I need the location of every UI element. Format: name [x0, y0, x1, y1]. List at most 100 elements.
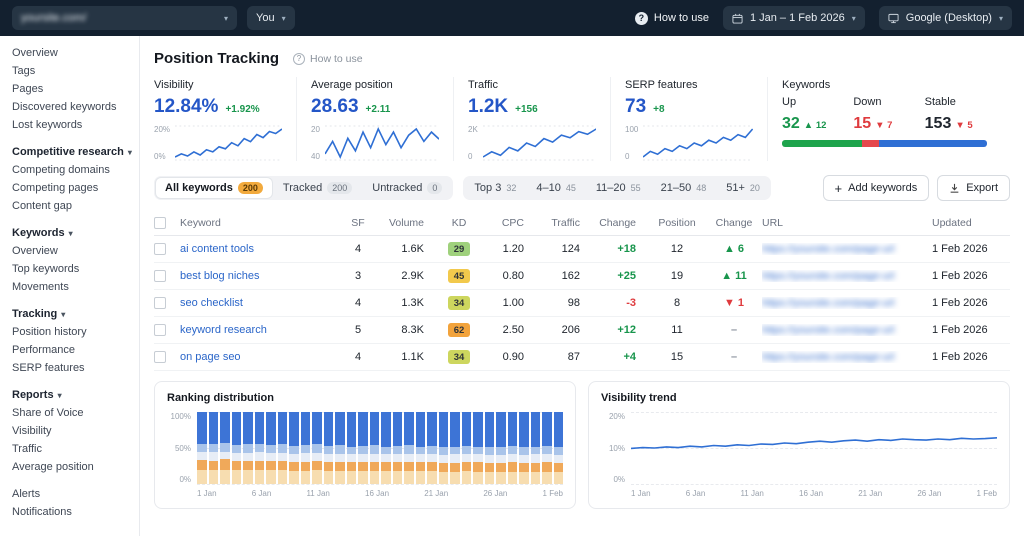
sidebar-item-alerts[interactable]: Alerts [0, 485, 139, 503]
sidebar-item-label: Overview [12, 47, 58, 59]
column-header-change-8[interactable]: Change [706, 217, 762, 229]
column-header-updated-10[interactable]: Updated [932, 217, 1010, 229]
tab-position-11-20[interactable]: 11–20 55 [587, 178, 650, 198]
cell-traffic: 124 [561, 243, 580, 255]
cell-cpc: 0.90 [502, 351, 524, 363]
metric-card-traffic[interactable]: Traffic 1.2K +156 2K 0 [454, 77, 611, 161]
cell-serp-features: 4 [354, 297, 362, 309]
cell-traffic-change: +25 [617, 270, 636, 282]
result-url[interactable]: https://yoursite.com/page-url [762, 351, 894, 363]
tab-position-51[interactable]: 51+ 20 [717, 178, 769, 198]
visibility-xaxis: 1 Jan 6 Jan 11 Jan 16 Jan 21 Jan 26 Jan 1 Feb [601, 489, 997, 498]
sidebar-item-serp-features[interactable]: SERP features [0, 359, 139, 377]
metric-card-keywords[interactable]: Keywords Up 32 ▲ 12 Down 15 ▼ 7 Stable 153 ▼ 5 [768, 77, 1010, 161]
tab-position-4-10[interactable]: 4–10 45 [527, 178, 585, 198]
y-axis-label: 100 [625, 125, 639, 134]
sidebar-item-keywords[interactable]: Keywords ▾ [0, 224, 139, 242]
metrics-row: Visibility 12.84% +1.92% 20% 0% Average … [154, 75, 1010, 171]
gridline [197, 484, 563, 485]
keywords-stat-value: 153 [924, 115, 952, 132]
column-header-url-9[interactable]: URL [762, 217, 932, 229]
sidebar-item-visibility[interactable]: Visibility [0, 422, 139, 440]
date-range-picker[interactable]: 1 Jan – 1 Feb 2026 ▾ [722, 6, 865, 30]
metric-card-visibility[interactable]: Visibility 12.84% +1.92% 20% 0% [154, 77, 297, 161]
tab-position-top-3[interactable]: Top 3 32 [465, 178, 525, 198]
row-checkbox[interactable] [154, 351, 166, 363]
sidebar-item-reports[interactable]: Reports ▾ [0, 386, 139, 404]
tab-untracked[interactable]: Untracked 0 [363, 178, 451, 198]
sidebar-item-content-gap[interactable]: Content gap [0, 197, 139, 215]
tab-tracked[interactable]: Tracked 200 [274, 178, 361, 198]
sidebar-item-traffic[interactable]: Traffic [0, 440, 139, 458]
scope-selector[interactable]: You ▾ [247, 6, 295, 30]
chevron-down-icon: ▾ [851, 13, 856, 23]
result-url[interactable]: https://yoursite.com/page-url [762, 324, 894, 336]
sidebar-item-notifications[interactable]: Notifications [0, 503, 139, 521]
tab-label: 4–10 [536, 182, 561, 194]
sidebar-item-label: Overview [12, 245, 58, 257]
sidebar-item-pages[interactable]: Pages [0, 80, 139, 98]
column-header-volume-2[interactable]: Volume [376, 217, 436, 229]
page-help-link[interactable]: ? How to use [293, 52, 363, 65]
sidebar-item-competitive-research[interactable]: Competitive research ▾ [0, 143, 139, 161]
project-selector[interactable]: yoursite.com/ ▾ [12, 6, 237, 30]
ranking-bars [197, 412, 563, 484]
sidebar-item-label: Movements [12, 281, 69, 293]
sidebar-item-lost-keywords[interactable]: Lost keywords [0, 116, 139, 134]
column-header-sf-1[interactable]: SF [340, 217, 376, 229]
sidebar-item-overview[interactable]: Overview [0, 242, 139, 260]
sidebar-item-movements[interactable]: Movements [0, 278, 139, 296]
result-url[interactable]: https://yoursite.com/page-url [762, 270, 894, 282]
keywords-stat-label: Down [853, 96, 882, 108]
column-header-kd-3[interactable]: KD [436, 217, 482, 229]
sidebar-item-overview[interactable]: Overview [0, 44, 139, 62]
tab-all-keywords[interactable]: All keywords 200 [156, 178, 272, 198]
sidebar-item-label: Keywords [12, 227, 65, 239]
row-checkbox[interactable] [154, 297, 166, 309]
ranking-yaxis: 100% 50% 0% [167, 412, 191, 484]
sidebar-item-label: Notifications [12, 506, 72, 518]
keyword-link[interactable]: keyword research [180, 324, 267, 336]
column-header-position-7[interactable]: Position [648, 217, 706, 229]
add-keywords-button[interactable]: + Add keywords [822, 175, 930, 201]
sidebar-item-competing-pages[interactable]: Competing pages [0, 179, 139, 197]
column-header-change-6[interactable]: Change [592, 217, 648, 229]
kd-badge: 29 [448, 242, 470, 256]
sidebar-item-tags[interactable]: Tags [0, 62, 139, 80]
export-button[interactable]: Export [937, 175, 1010, 201]
date-range-label: 1 Jan – 1 Feb 2026 [749, 12, 845, 24]
row-checkbox[interactable] [154, 324, 166, 336]
tab-position-21-50[interactable]: 21–50 48 [652, 178, 716, 198]
metric-card-average-position[interactable]: Average position 28.63 +2.11 20 40 [297, 77, 454, 161]
row-checkbox[interactable] [154, 243, 166, 255]
column-header-cpc-4[interactable]: CPC [482, 217, 536, 229]
result-url[interactable]: https://yoursite.com/page-url [762, 243, 894, 255]
row-checkbox[interactable] [154, 270, 166, 282]
sidebar-item-average-position[interactable]: Average position [0, 458, 139, 476]
keyword-link[interactable]: seo checklist [180, 297, 243, 309]
y-axis-label: 0% [613, 475, 625, 484]
result-url[interactable]: https://yoursite.com/page-url [762, 297, 894, 309]
column-header-traffic-5[interactable]: Traffic [536, 217, 592, 229]
keyword-link[interactable]: best blog niches [180, 270, 260, 282]
metric-card-serp-features[interactable]: SERP features 73 +8 100 0 [611, 77, 768, 161]
sidebar-item-discovered-keywords[interactable]: Discovered keywords [0, 98, 139, 116]
stacked-bar [312, 412, 322, 484]
sidebar-item-position-history[interactable]: Position history [0, 323, 139, 341]
cell-position: 12 [670, 243, 684, 255]
sidebar-item-competing-domains[interactable]: Competing domains [0, 161, 139, 179]
cell-updated: 1 Feb 2026 [932, 270, 988, 282]
sidebar-item-tracking[interactable]: Tracking ▾ [0, 305, 139, 323]
column-header-keyword-0[interactable]: Keyword [180, 217, 340, 229]
keyword-link[interactable]: on page seo [180, 351, 241, 363]
sidebar-item-performance[interactable]: Performance [0, 341, 139, 359]
how-to-use-link[interactable]: ? How to use [634, 11, 709, 25]
tab-label: 51+ [726, 182, 745, 194]
sidebar-item-top-keywords[interactable]: Top keywords [0, 260, 139, 278]
keyword-link[interactable]: ai content tools [180, 243, 254, 255]
sidebar-item-share-of-voice[interactable]: Share of Voice [0, 404, 139, 422]
y-axis-label: 10% [608, 443, 625, 453]
stacked-bar [197, 412, 207, 484]
search-engine-selector[interactable]: Google (Desktop) ▾ [878, 6, 1012, 30]
select-all-checkbox[interactable] [154, 217, 166, 229]
